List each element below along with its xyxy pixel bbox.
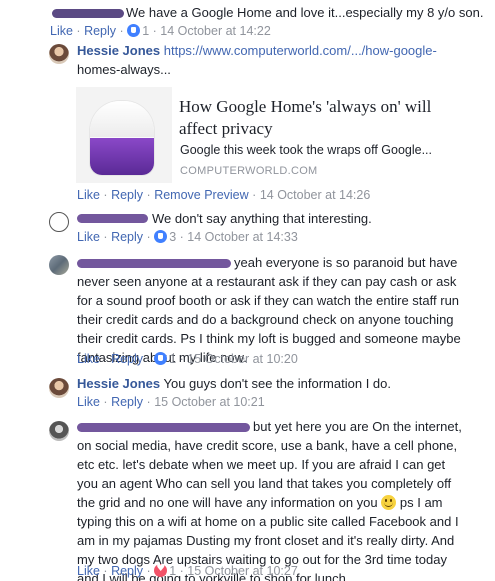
redacted-name (77, 214, 148, 223)
avatar[interactable] (49, 378, 69, 398)
separator: · (103, 352, 108, 366)
separator: · (103, 188, 108, 202)
reply-link[interactable]: Reply (111, 188, 143, 202)
reply-link[interactable]: Reply (111, 230, 143, 244)
preview-title-line: affect privacy (179, 119, 273, 138)
avatar[interactable] (49, 44, 69, 64)
comment-line: am in my pajamas Dusting my front closet… (77, 533, 455, 548)
comment-line-part: ps I am (399, 495, 443, 510)
separator: · (146, 564, 151, 578)
comment-line: yeah everyone is so paranoid but have (234, 255, 458, 270)
reply-link[interactable]: Reply (111, 352, 143, 366)
preview-title-line: How Google Home's 'always on' will (179, 97, 432, 116)
like-reaction-icon[interactable] (154, 230, 168, 243)
separator: · (103, 230, 108, 244)
comment-line: etc etc. let's debate when we meet up. I… (77, 457, 446, 472)
comment-text: We don't say anything that interesting. (152, 211, 372, 226)
comment-line: the grid and no one will have any inform… (77, 493, 495, 512)
like-link[interactable]: Like (77, 564, 100, 578)
preview-image[interactable] (76, 87, 172, 183)
separator: · (152, 24, 157, 38)
author-name[interactable]: Hessie Jones (77, 376, 160, 391)
reaction-count[interactable]: 1 (169, 564, 176, 578)
comment-link-continued[interactable]: homes-always... (77, 60, 171, 79)
separator: · (179, 352, 184, 366)
avatar[interactable] (49, 212, 69, 232)
preview-domain: COMPUTERWORLD.COM (180, 165, 318, 177)
heart-reaction-icon[interactable] (154, 563, 168, 577)
comment-meta: Like · Reply · 1 · 15 October at 10:20 (77, 352, 298, 366)
like-link[interactable]: Like (50, 24, 73, 38)
separator: · (76, 24, 81, 38)
comment-line: their credit cards. Ps I think my loft i… (77, 331, 461, 346)
separator: · (146, 395, 151, 409)
reply-link[interactable]: Reply (111, 564, 143, 578)
comment-line: but yet here you are On the internet, (253, 419, 462, 434)
like-reaction-icon[interactable] (127, 24, 141, 37)
timestamp[interactable]: 14 October at 14:22 (160, 24, 271, 38)
like-link[interactable]: Like (77, 188, 100, 202)
like-reaction-icon[interactable] (154, 352, 168, 365)
separator: · (179, 564, 184, 578)
separator: · (103, 395, 108, 409)
comment-meta: Like · Reply · 1 · 14 October at 14:22 (50, 24, 271, 38)
timestamp[interactable]: 15 October at 10:20 (187, 352, 298, 366)
comment-line: their credit cards and do a background c… (77, 312, 454, 327)
preview-description: Google this week took the wraps off Goog… (180, 143, 432, 157)
timestamp[interactable]: 14 October at 14:33 (187, 230, 298, 244)
like-link[interactable]: Like (77, 352, 100, 366)
separator: · (146, 352, 151, 366)
avatar[interactable] (49, 255, 69, 275)
comment-meta: Like · Reply · 1 · 15 October at 10:27 (77, 563, 298, 578)
comment-link[interactable]: https://www.computerworld.com/.../how-go… (164, 43, 437, 58)
comment-line-part: the grid and no one will have any inform… (77, 495, 378, 510)
separator: · (179, 230, 184, 244)
redacted-name (52, 9, 124, 18)
comment-line: typing this on a wifi at home on a publi… (77, 514, 459, 529)
reaction-count[interactable]: 3 (169, 230, 176, 244)
author-name[interactable]: Hessie Jones (77, 43, 160, 58)
reply-link[interactable]: Reply (84, 24, 116, 38)
timestamp[interactable]: 15 October at 10:27 (187, 564, 298, 578)
preview-title[interactable]: How Google Home's 'always on' will affec… (179, 96, 469, 140)
separator: · (252, 188, 257, 202)
comment-line: for a sound proof booth or ask if they c… (77, 293, 460, 308)
comment-text: We have a Google Home and love it...espe… (126, 5, 484, 20)
separator: · (103, 564, 108, 578)
comment-text: yeah everyone is so paranoid but have ne… (77, 253, 495, 367)
reply-link[interactable]: Reply (111, 395, 143, 409)
comment-text: but yet here you are On the internet, on… (77, 417, 495, 581)
remove-preview-link[interactable]: Remove Preview (154, 188, 248, 202)
comment-line: on social media, have credit score, use … (77, 438, 458, 453)
separator: · (119, 24, 124, 38)
comment-line: never seen anyone at a restaurant ask if… (77, 274, 457, 289)
comment-meta: Like · Reply · 3 · 14 October at 14:33 (77, 230, 298, 244)
timestamp[interactable]: 14 October at 14:26 (260, 188, 371, 202)
separator: · (146, 188, 151, 202)
comment-body: Hessie Jones https://www.computerworld.c… (77, 41, 437, 60)
comment-text: You guys don't see the information I do. (163, 376, 392, 391)
comment-body: Hessie Jones You guys don't see the info… (77, 374, 391, 393)
like-link[interactable]: Like (77, 230, 100, 244)
separator: · (146, 230, 151, 244)
reaction-count[interactable]: 1 (142, 24, 149, 38)
reaction-count[interactable]: 1 (169, 352, 176, 366)
comment-meta: Like · Reply · 15 October at 10:21 (77, 395, 265, 409)
comment-line: you an agent Who can sell you land that … (77, 476, 452, 491)
smiley-emoji-icon (381, 495, 397, 510)
comment-meta: Like · Reply · Remove Preview · 14 Octob… (77, 188, 370, 202)
like-link[interactable]: Like (77, 395, 100, 409)
avatar[interactable] (49, 421, 69, 441)
timestamp[interactable]: 15 October at 10:21 (154, 395, 265, 409)
device-top (90, 101, 154, 137)
